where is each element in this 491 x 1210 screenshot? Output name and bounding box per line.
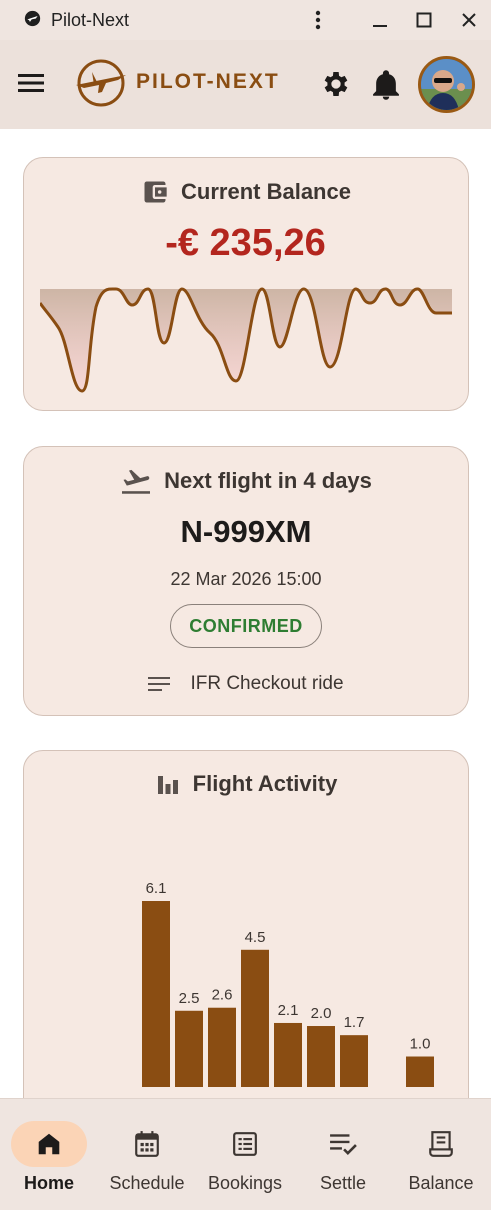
wallet-icon xyxy=(144,181,167,203)
activity-bar-label: 2.1 xyxy=(278,1002,299,1019)
hamburger-icon xyxy=(18,74,44,92)
balance-amount: -€ 235,26 xyxy=(165,222,326,264)
flight-notes-text: IFR Checkout ride xyxy=(190,673,344,694)
activity-bar-label: 2.6 xyxy=(212,987,233,1004)
nav-item-label: Bookings xyxy=(207,1173,283,1193)
balance-title: Current Balance xyxy=(181,179,351,204)
gear-icon xyxy=(324,72,348,96)
activity-bar xyxy=(175,1010,203,1087)
status-badge: CONFIRMED xyxy=(170,604,322,648)
home-icon xyxy=(38,1133,60,1155)
nav-item-label: Settle xyxy=(319,1173,367,1193)
maximize-button[interactable] xyxy=(410,6,438,34)
nav-item-schedule[interactable]: Schedule xyxy=(98,1099,196,1210)
activity-bar xyxy=(307,1026,335,1087)
app-icon xyxy=(24,10,41,27)
activity-bar xyxy=(241,949,269,1087)
activity-bar xyxy=(208,1007,236,1087)
minimize-button[interactable] xyxy=(366,6,394,34)
minimize-icon xyxy=(373,25,387,27)
nav-item-label: Home xyxy=(23,1173,74,1193)
next-flight-card[interactable]: Next flight in 4 days N-999XM 22 Mar 202… xyxy=(23,446,469,716)
app-bar: PILOT-NEXT xyxy=(0,40,491,129)
activity-bar-label: 6.1 xyxy=(146,880,167,897)
activity-bar xyxy=(274,1022,302,1087)
more-vert-icon xyxy=(315,10,321,30)
brand-logo xyxy=(76,59,126,107)
notifications-button[interactable] xyxy=(371,69,401,101)
activity-bar-label: 2.5 xyxy=(179,990,200,1007)
nav-item-bookings-indicator xyxy=(207,1121,283,1167)
flight-datetime: 22 Mar 2026 15:00 xyxy=(170,569,322,589)
activity-bar xyxy=(406,1056,434,1087)
next-flight-header: Next flight in 4 days xyxy=(24,467,468,495)
nav-item-bookings[interactable]: Bookings xyxy=(196,1099,294,1210)
checklist-icon xyxy=(330,1134,357,1155)
avatar-photo xyxy=(421,59,472,110)
activity-bar-label: 4.5 xyxy=(245,929,266,946)
window-titlebar: Pilot-Next xyxy=(0,0,491,40)
menu-button[interactable] xyxy=(16,70,46,96)
nav-item-home-indicator xyxy=(11,1121,87,1167)
nav-item-schedule-indicator xyxy=(109,1121,185,1167)
close-button[interactable] xyxy=(455,6,483,34)
receipt-icon xyxy=(429,1131,453,1157)
notes-icon xyxy=(148,677,171,691)
balance-card-header: Current Balance xyxy=(24,178,468,206)
next-flight-title: Next flight in 4 days xyxy=(164,468,372,493)
nav-item-settle-indicator xyxy=(305,1121,381,1167)
user-avatar[interactable] xyxy=(418,56,475,113)
activity-bar-label: 2.0 xyxy=(311,1005,332,1022)
nav-item-balance[interactable]: Balance xyxy=(392,1099,490,1210)
brand-name: PILOT-NEXT xyxy=(136,70,280,93)
aircraft-registration: N-999XM xyxy=(180,514,312,549)
window-title: Pilot-Next xyxy=(51,10,130,30)
nav-item-settle[interactable]: Settle xyxy=(294,1099,392,1210)
maximize-icon xyxy=(416,12,432,28)
nav-item-balance-indicator xyxy=(403,1121,479,1167)
activity-bar-label: 1.0 xyxy=(410,1036,431,1053)
activity-bar xyxy=(340,1035,368,1087)
bottom-navigation: Home Schedule Bookings Settle Balance xyxy=(0,1098,491,1210)
window-menu-button[interactable] xyxy=(304,6,332,34)
settings-button[interactable] xyxy=(320,68,352,100)
close-icon xyxy=(462,13,476,27)
bell-icon xyxy=(373,70,399,100)
nav-item-home[interactable]: Home xyxy=(0,1099,98,1210)
nav-item-label: Schedule xyxy=(109,1173,185,1193)
activity-bar xyxy=(142,901,170,1087)
nav-item-label: Balance xyxy=(408,1173,474,1193)
activity-bar-label: 1.7 xyxy=(344,1014,365,1031)
calendar-icon xyxy=(135,1131,159,1157)
flight-takeoff-icon xyxy=(122,469,151,494)
list-icon xyxy=(233,1132,257,1156)
flight-notes: IFR Checkout ride xyxy=(24,673,468,695)
balance-sparkline xyxy=(40,287,452,393)
